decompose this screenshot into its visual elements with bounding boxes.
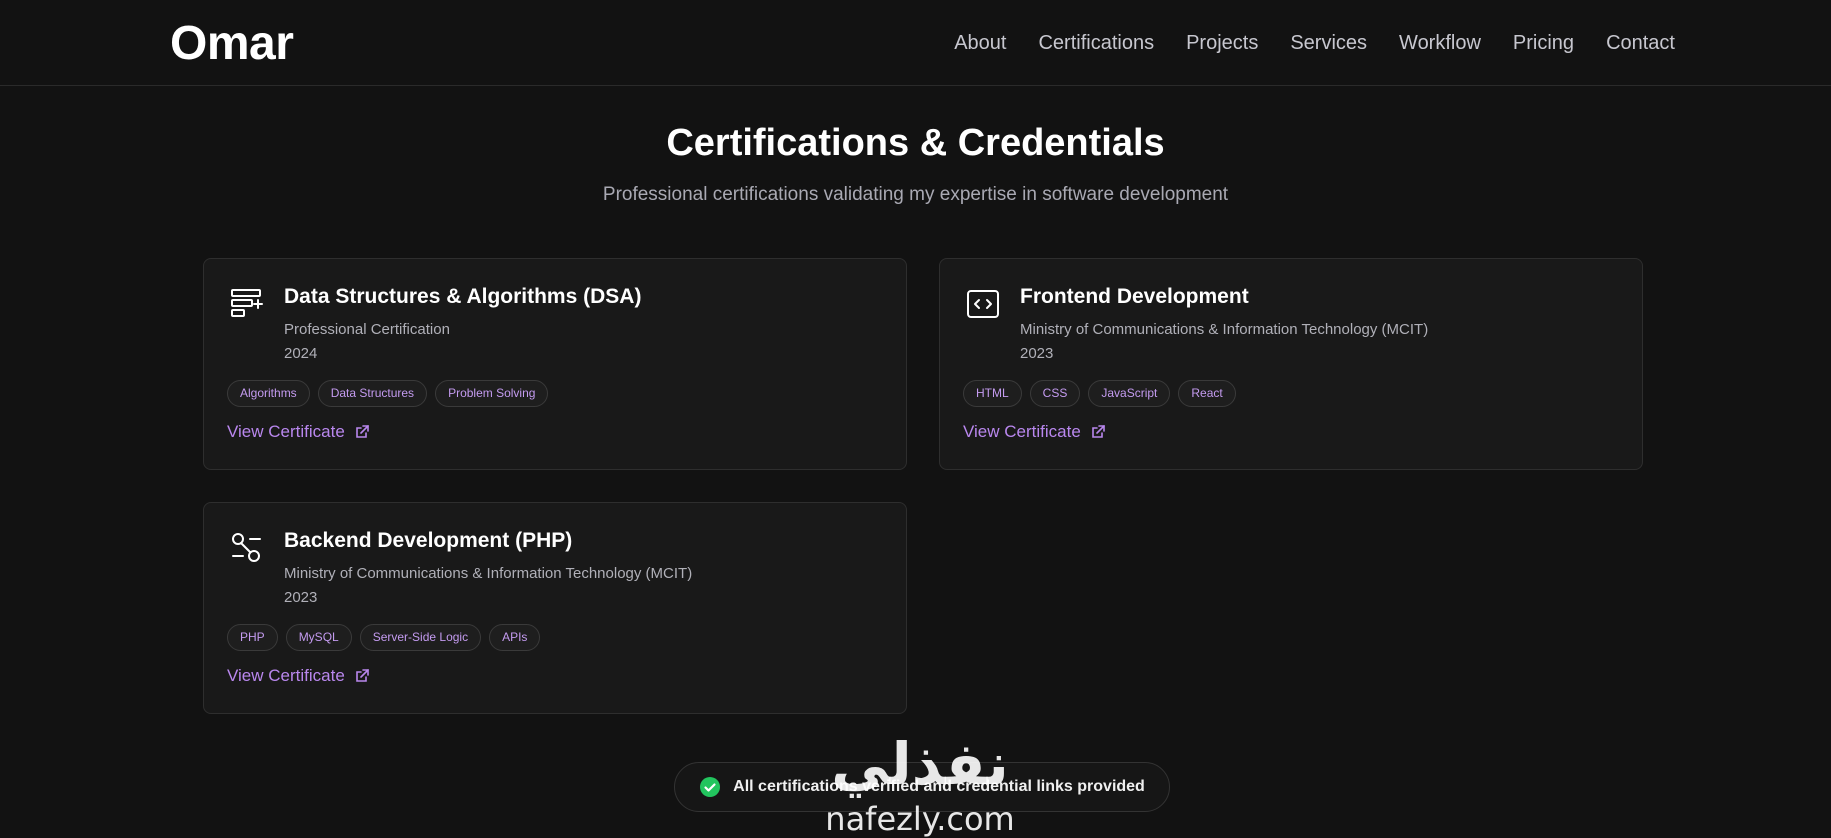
card-issuer: Ministry of Communications & Information… [284,565,693,582]
top-navbar: Omar About Certifications Projects Servi… [0,0,1831,86]
tag: APIs [489,624,541,651]
nav-about[interactable]: About [954,32,1006,55]
section-title: Certifications & Credentials [666,122,1165,164]
data-structure-icon [231,289,263,317]
tag: CSS [1029,380,1081,407]
watermark-arabic: نفذلي [831,730,1008,798]
nav-links: About Certifications Projects Services W… [954,32,1675,55]
tag: Data Structures [317,380,428,407]
view-certificate-link[interactable]: View Certificate [227,666,369,686]
external-link-icon [1091,425,1105,438]
certificate-card-frontend: Frontend Development Ministry of Communi… [939,258,1643,470]
nav-projects[interactable]: Projects [1186,32,1258,55]
nav-contact[interactable]: Contact [1606,32,1675,55]
tag-list: PHP MySQL Server-Side Logic APIs [227,624,541,651]
code-window-icon [967,290,999,318]
check-circle-icon [700,777,721,797]
view-certificate-link[interactable]: View Certificate [963,422,1105,442]
view-certificate-label: View Certificate [227,422,345,441]
nafezly-watermark-logo: نفذلي nafezly.com [825,730,1014,838]
tag-list: HTML CSS JavaScript React [963,380,1236,407]
nav-certifications[interactable]: Certifications [1038,32,1154,55]
tag: PHP [227,624,278,651]
card-year: 2023 [1020,345,1054,362]
view-certificate-label: View Certificate [963,422,1081,441]
nav-pricing[interactable]: Pricing [1513,32,1574,55]
nav-workflow[interactable]: Workflow [1399,32,1481,55]
card-issuer: Ministry of Communications & Information… [1020,321,1429,338]
certificate-card-dsa: Data Structures & Algorithms (DSA) Profe… [203,258,907,470]
view-certificate-label: View Certificate [227,666,345,685]
external-link-icon [355,669,369,682]
certificate-card-backend: Backend Development (PHP) Ministry of Co… [203,502,907,714]
card-title: Frontend Development [1020,285,1249,308]
card-title: Data Structures & Algorithms (DSA) [284,285,642,308]
section-subtitle: Professional certifications validating m… [602,184,1229,205]
view-certificate-link[interactable]: View Certificate [227,422,369,442]
workflow-icon [232,533,261,562]
watermark-latin: nafezly.com [825,800,1014,838]
tag: React [1178,380,1236,407]
external-link-icon [355,425,369,438]
tag: MySQL [285,624,352,651]
card-year: 2024 [284,345,318,362]
tag: HTML [963,380,1022,407]
tag: Problem Solving [435,380,549,407]
card-title: Backend Development (PHP) [284,529,573,552]
tag: Server-Side Logic [359,624,482,651]
nav-services[interactable]: Services [1290,32,1367,55]
card-year: 2023 [284,589,318,606]
brand-logo[interactable]: Omar [170,16,294,71]
tag: JavaScript [1088,380,1171,407]
tag-list: Algorithms Data Structures Problem Solvi… [227,380,549,407]
card-issuer: Professional Certification [284,321,450,338]
tag: Algorithms [227,380,310,407]
